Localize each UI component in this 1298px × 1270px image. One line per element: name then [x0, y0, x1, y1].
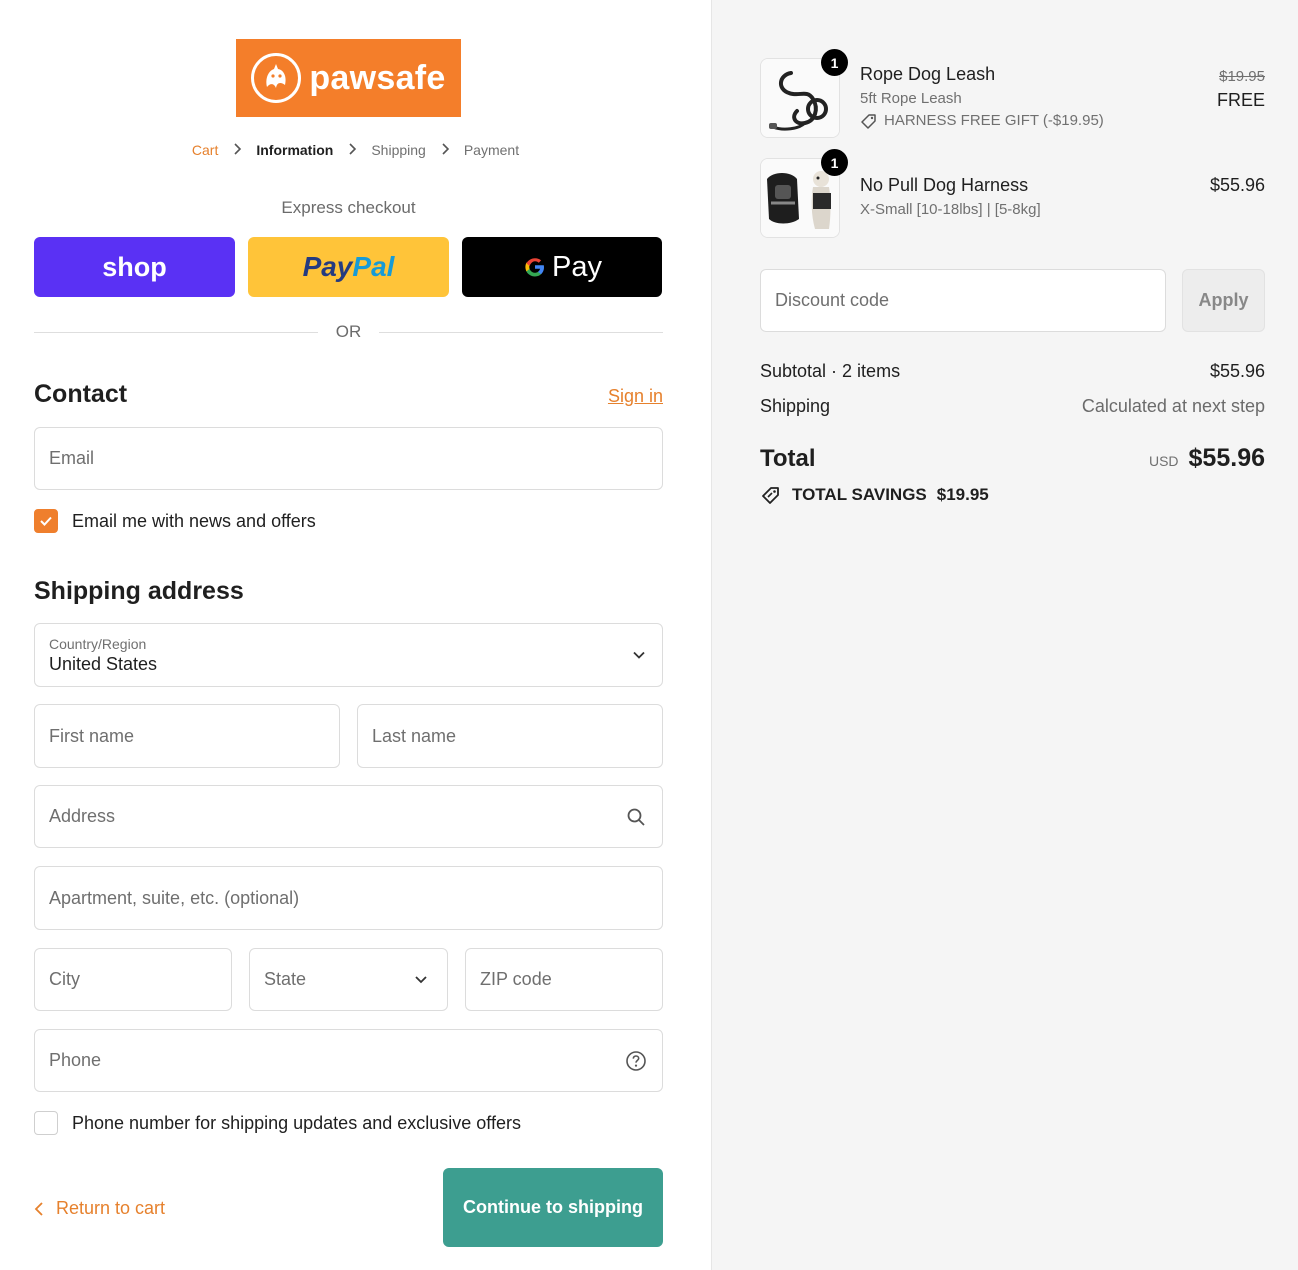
- item-price: $55.96: [1209, 175, 1265, 195]
- shop-pay-button[interactable]: shop: [34, 237, 235, 297]
- continue-to-shipping-button[interactable]: Continue to shipping: [443, 1168, 663, 1247]
- country-label: Country/Region: [49, 635, 147, 652]
- subtotal-row: Subtotal · 2 items $55.96: [760, 361, 1265, 382]
- item-name: Rope Dog Leash: [860, 64, 996, 84]
- country-select[interactable]: Country/Region United States: [34, 623, 663, 687]
- total-value: $55.96: [1188, 444, 1265, 472]
- return-to-cart-link[interactable]: Return to cart: [34, 1198, 165, 1219]
- subtotal-value: $55.96: [1209, 361, 1265, 381]
- express-checkout-title: Express checkout: [281, 198, 416, 217]
- item-original-price: $19.95: [1219, 68, 1265, 85]
- currency-code: USD: [1148, 453, 1179, 469]
- tag-icon: [861, 113, 876, 129]
- item-price: FREE: [1216, 90, 1265, 110]
- zip-placeholder: ZIP code: [480, 969, 552, 989]
- paypal-button[interactable]: PayPal: [248, 237, 449, 297]
- google-pay-label: Pay: [522, 251, 602, 284]
- savings-tag-icon: [762, 487, 779, 504]
- sms-label: Phone number for shipping updates and ex…: [72, 1112, 521, 1133]
- savings-label: TOTAL SAVINGS: [792, 485, 927, 504]
- shipping-row: Shipping Calculated at next step: [760, 396, 1265, 417]
- address-field[interactable]: Address: [34, 785, 663, 848]
- google-g-icon: [525, 258, 544, 277]
- email-field[interactable]: Email: [34, 427, 663, 490]
- state-placeholder: State: [264, 969, 307, 989]
- cart-item: 1 Rope Dog Leash 5ft Rope Leash HARNESS …: [760, 49, 1265, 138]
- breadcrumb-shipping: Shipping: [371, 142, 426, 158]
- last-name-field[interactable]: Last name: [357, 704, 663, 768]
- shipping-label: Shipping: [760, 396, 831, 416]
- or-divider: OR: [34, 322, 663, 342]
- discount-code-input[interactable]: Discount code: [760, 269, 1166, 332]
- email-placeholder: Email: [49, 448, 95, 468]
- logo-wordmark: pawsafe: [309, 58, 446, 97]
- item-discount: HARNESS FREE GIFT (-$19.95): [860, 112, 1104, 129]
- breadcrumb-information: Information: [256, 142, 334, 158]
- quantity-badge: 1: [821, 49, 848, 76]
- sign-in-link[interactable]: Sign in: [608, 386, 663, 407]
- cat-dog-logo-icon: [251, 53, 302, 103]
- zip-field[interactable]: ZIP code: [465, 948, 663, 1011]
- contact-heading: Contact: [34, 380, 128, 408]
- breadcrumb-cart[interactable]: Cart: [192, 142, 218, 158]
- item-name: No Pull Dog Harness: [860, 175, 1029, 195]
- cart-item: 1 No Pull Dog Harness X-Small [10-18lbs]…: [760, 149, 1265, 238]
- savings-value: $19.95: [936, 485, 989, 504]
- shipping-address-heading: Shipping address: [34, 577, 244, 605]
- subtotal-label: Subtotal · 2 items: [760, 361, 901, 381]
- chevron-right-icon: [232, 142, 242, 158]
- sms-checkbox[interactable]: [34, 1111, 58, 1135]
- newsletter-label: Email me with news and offers: [72, 510, 316, 531]
- last-name-placeholder: Last name: [372, 725, 457, 746]
- country-value: United States: [49, 653, 158, 674]
- breadcrumb: Cart Information Shipping Payment: [0, 142, 711, 158]
- or-label: OR: [335, 322, 362, 341]
- return-to-cart-label: Return to cart: [56, 1198, 166, 1218]
- total-row: Total USD $55.96: [760, 444, 1265, 473]
- shop-pay-label: shop: [102, 251, 167, 282]
- phone-field[interactable]: Phone: [34, 1029, 663, 1092]
- quantity-badge: 1: [821, 149, 848, 176]
- checkmark-icon: [40, 516, 52, 526]
- sms-option[interactable]: Phone number for shipping updates and ex…: [34, 1111, 521, 1135]
- help-circle-icon[interactable]: [624, 1049, 648, 1073]
- item-variant: 5ft Rope Leash: [860, 90, 962, 107]
- order-summary-panel: 1 Rope Dog Leash 5ft Rope Leash HARNESS …: [711, 0, 1298, 1270]
- city-placeholder: City: [49, 969, 80, 989]
- chevron-down-icon: [632, 645, 646, 666]
- breadcrumb-payment: Payment: [463, 142, 520, 158]
- search-icon[interactable]: [624, 805, 648, 829]
- chevron-right-icon: [440, 142, 450, 158]
- apartment-field[interactable]: Apartment, suite, etc. (optional): [34, 866, 663, 930]
- shipping-value: Calculated at next step: [1081, 396, 1265, 416]
- discount-code-placeholder: Discount code: [775, 290, 890, 310]
- apartment-placeholder: Apartment, suite, etc. (optional): [49, 887, 300, 908]
- google-pay-button[interactable]: Pay: [462, 237, 662, 297]
- first-name-placeholder: First name: [49, 725, 135, 746]
- chevron-down-icon: [409, 968, 433, 992]
- item-variant: X-Small [10-18lbs] | [5-8kg]: [860, 201, 1041, 218]
- chevron-right-icon: [347, 142, 357, 158]
- city-field[interactable]: City: [34, 948, 232, 1011]
- total-label: Total: [760, 445, 816, 472]
- chevron-left-icon: [34, 1201, 43, 1216]
- apply-discount-button[interactable]: Apply: [1182, 269, 1265, 332]
- pawsafe-logo[interactable]: pawsafe: [236, 39, 461, 117]
- state-select[interactable]: State: [249, 948, 448, 1011]
- newsletter-option[interactable]: Email me with news and offers: [34, 509, 316, 533]
- first-name-field[interactable]: First name: [34, 704, 340, 768]
- address-placeholder: Address: [49, 806, 116, 826]
- newsletter-checkbox[interactable]: [34, 509, 58, 533]
- paypal-label: PayPal: [302, 251, 395, 282]
- checkout-form-panel: pawsafe Cart Information Shipping Paymen…: [0, 0, 711, 1270]
- total-savings: TOTAL SAVINGS $19.95: [760, 485, 989, 505]
- phone-placeholder: Phone: [49, 1050, 102, 1070]
